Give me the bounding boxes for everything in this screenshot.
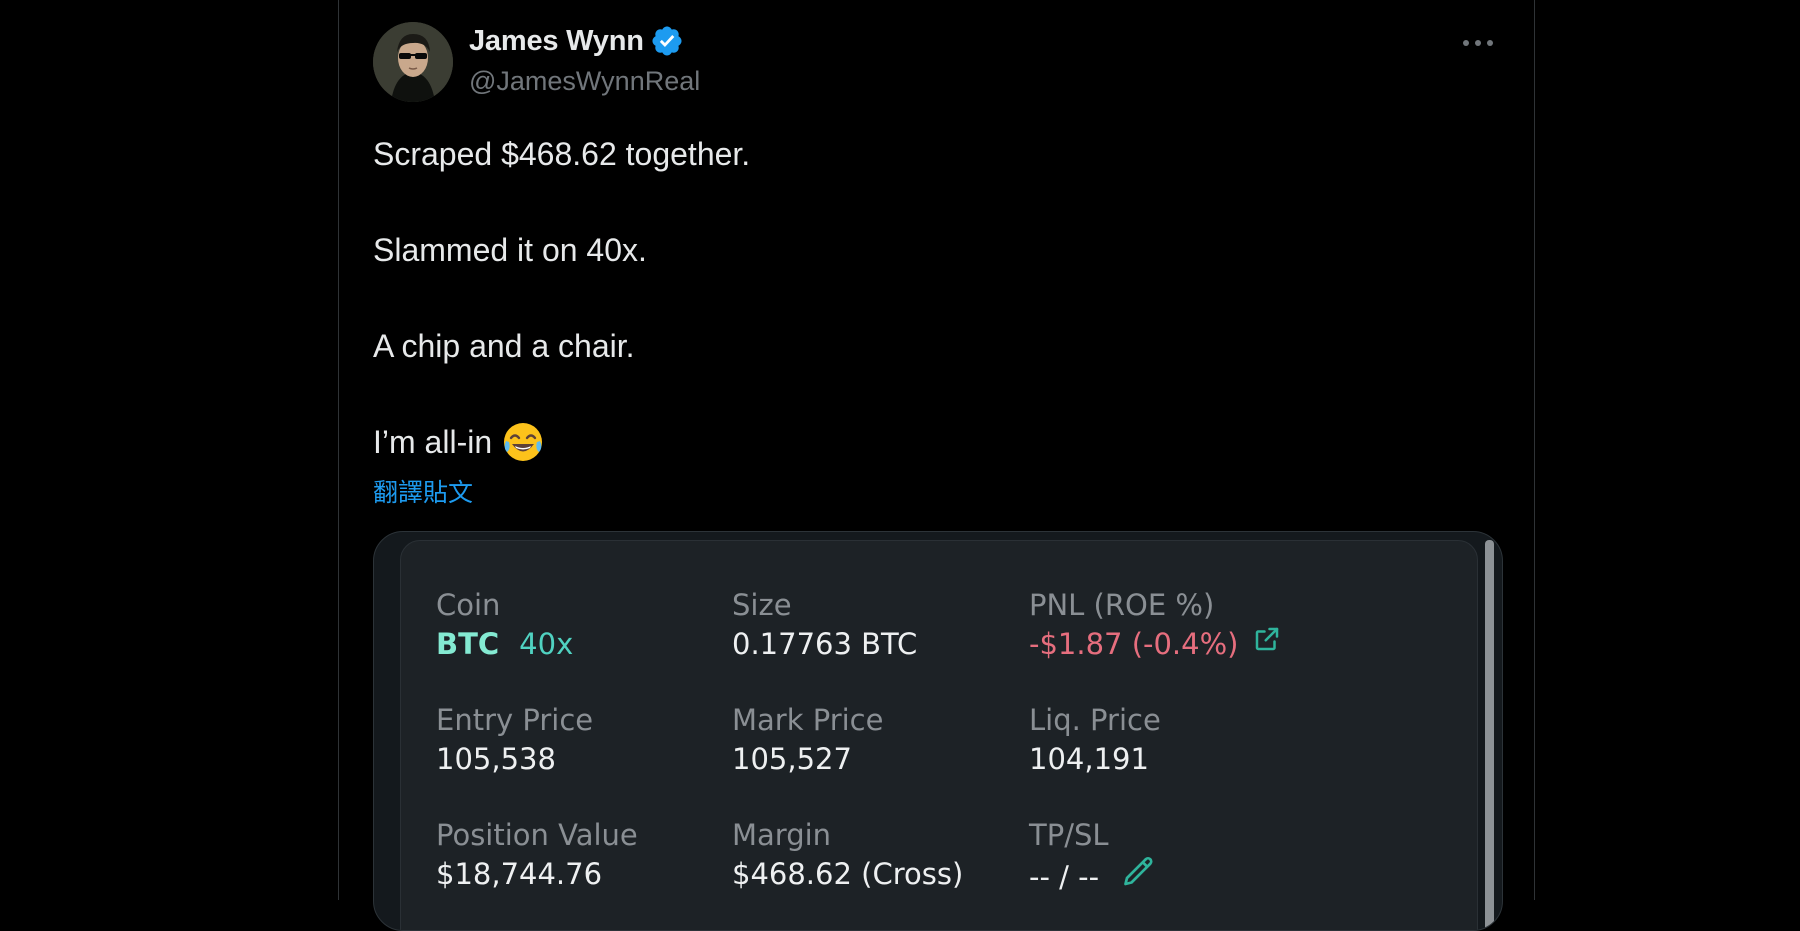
- face-with-tears-of-joy-icon: [502, 421, 544, 463]
- media-card-image[interactable]: Coin BTC 40x Size 0.17763 BTC PNL (ROE %…: [373, 531, 1503, 931]
- margin-label: Margin: [732, 818, 832, 852]
- pnl-row: -$1.87 (-0.4%): [1029, 624, 1282, 664]
- coin-symbol: BTC: [436, 627, 500, 661]
- entry-price-value: 105,538: [436, 742, 556, 776]
- liq-price-label: Liq. Price: [1029, 703, 1161, 737]
- size-label: Size: [732, 588, 792, 622]
- tpsl-row: -- / --: [1029, 854, 1157, 900]
- verified-badge-icon[interactable]: [650, 24, 684, 58]
- tweet-line-last: I’m all-in: [373, 418, 750, 466]
- pnl-value: -$1.87 (-0.4%): [1029, 627, 1239, 661]
- tweet-text: Scraped $468.62 together. Slammed it on …: [373, 130, 750, 466]
- tweet-line: Scraped $468.62 together.: [373, 136, 751, 172]
- position-panel: Coin BTC 40x Size 0.17763 BTC PNL (ROE %…: [400, 540, 1478, 930]
- tweet-container: James Wynn @JamesWynnReal Scraped $468.6…: [338, 0, 1535, 931]
- coin-cell: Coin BTC 40x: [436, 586, 573, 664]
- more-options-button[interactable]: [1458, 28, 1498, 58]
- tweet-line: I’m all-in: [373, 424, 493, 460]
- pnl-cell: PNL (ROE %) -$1.87 (-0.4%): [1029, 586, 1282, 664]
- author-display-name[interactable]: James Wynn: [469, 25, 644, 58]
- author-name-row: James Wynn: [469, 24, 684, 58]
- margin-cell: Margin $468.62 (Cross): [732, 816, 963, 894]
- mark-price-label: Mark Price: [732, 703, 884, 737]
- pencil-edit-icon[interactable]: [1121, 854, 1157, 900]
- coin-value: BTC 40x: [436, 624, 573, 664]
- entry-price-label: Entry Price: [436, 703, 594, 737]
- size-cell: Size 0.17763 BTC: [732, 586, 917, 664]
- liq-price-value: 104,191: [1029, 742, 1149, 776]
- external-link-icon[interactable]: [1252, 624, 1282, 664]
- tweet-line: A chip and a chair.: [373, 328, 635, 364]
- leverage-value: 40x: [519, 627, 574, 661]
- mark-price-cell: Mark Price 105,527: [732, 701, 883, 779]
- coin-label: Coin: [436, 588, 501, 622]
- position-value-cell: Position Value $18,744.76: [436, 816, 638, 894]
- tweet-line: Slammed it on 40x.: [373, 232, 647, 268]
- liq-price-cell: Liq. Price 104,191: [1029, 701, 1161, 779]
- more-horizontal-icon: [1463, 40, 1493, 46]
- entry-price-cell: Entry Price 105,538: [436, 701, 593, 779]
- media-scrollbar[interactable]: [1485, 540, 1494, 930]
- author-handle[interactable]: @JamesWynnReal: [469, 66, 700, 97]
- tpsl-cell: TP/SL -- / --: [1029, 816, 1157, 900]
- position-value-label: Position Value: [436, 818, 638, 852]
- tpsl-label: TP/SL: [1029, 818, 1109, 852]
- margin-value: $468.62 (Cross): [732, 857, 964, 891]
- avatar-neo-sunglasses-icon: [373, 22, 453, 102]
- translate-post-link[interactable]: 翻譯貼文: [373, 473, 473, 509]
- avatar[interactable]: [373, 22, 453, 102]
- mark-price-value: 105,527: [732, 742, 852, 776]
- pnl-label: PNL (ROE %): [1029, 588, 1215, 622]
- size-value: 0.17763 BTC: [732, 627, 918, 661]
- position-value-value: $18,744.76: [436, 857, 603, 891]
- tpsl-value: -- / --: [1029, 860, 1100, 894]
